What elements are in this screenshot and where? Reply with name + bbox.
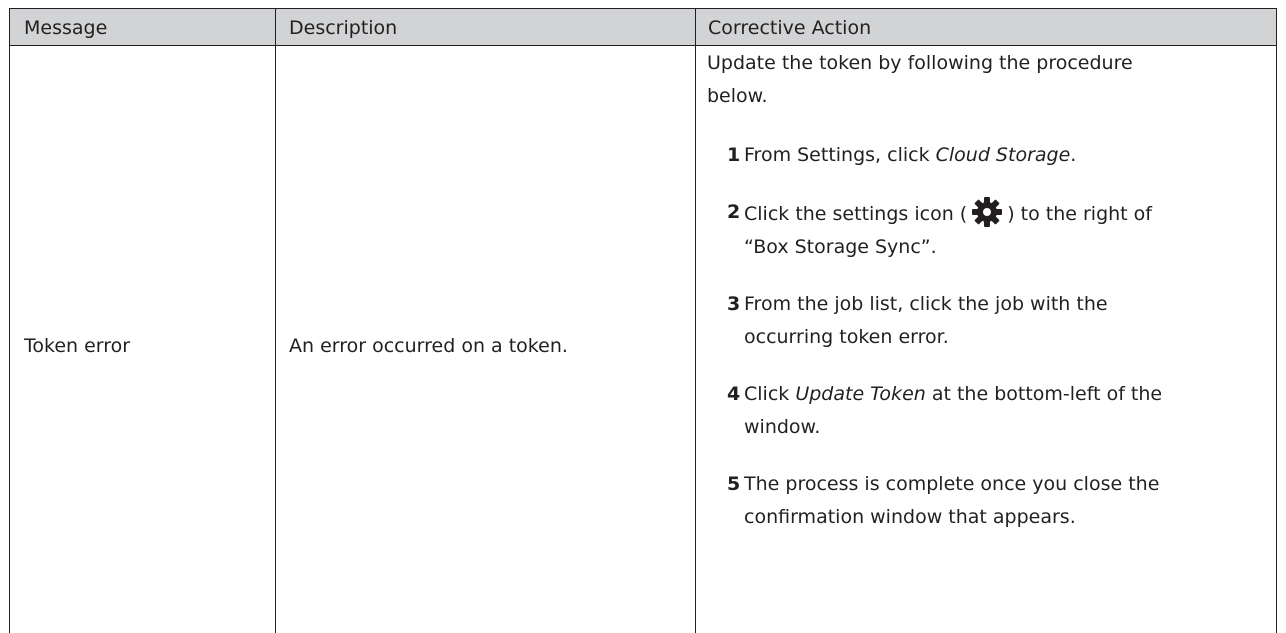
step-text-line2: occurring token error. (744, 326, 949, 348)
column-divider (275, 9, 276, 633)
corrective-action-cell: Update the token by following the proced… (707, 47, 1247, 534)
column-divider (695, 9, 696, 633)
step-text: Click (744, 383, 796, 405)
action-intro-line1: Update the token by following the proced… (707, 52, 1133, 74)
step-text: at the bottom-left of the (925, 383, 1163, 405)
table-header-row (10, 9, 1276, 46)
step-number: 3 (727, 293, 741, 315)
step-text-line2: “Box Storage Sync”. (744, 236, 937, 258)
step-emphasis: Cloud Storage (935, 144, 1071, 166)
step-text: Click the settings icon ( (744, 203, 968, 225)
header-description: Description (289, 17, 398, 39)
action-intro-line2: below. (707, 85, 768, 107)
step-text: From Settings, click (744, 144, 936, 166)
step-number: 5 (727, 473, 741, 495)
step-number: 2 (727, 201, 741, 223)
step-text: ) to the right of (1007, 203, 1152, 225)
step-text: . (1070, 144, 1077, 166)
step-3: 3 From the job list, click the job with … (707, 288, 1247, 354)
step-text-line2: window. (744, 416, 821, 438)
header-message: Message (24, 17, 108, 39)
message-cell: Token error (24, 335, 131, 357)
step-1: 1 From Settings, click Cloud Storage. (707, 139, 1247, 172)
step-text: From the job list, click the job with th… (744, 293, 1108, 315)
step-number: 4 (727, 383, 741, 405)
step-number: 1 (727, 144, 741, 166)
header-corrective-action: Corrective Action (708, 17, 872, 39)
step-text-line2: confirmation window that appears. (744, 506, 1076, 528)
step-text: The process is complete once you close t… (744, 473, 1160, 495)
action-intro: Update the token by following the proced… (707, 47, 1247, 113)
description-cell: An error occurred on a token. (289, 335, 568, 357)
gear-icon (972, 197, 1003, 227)
step-5: 5 The process is complete once you close… (707, 468, 1247, 534)
step-2: 2 Click the settings icon ( ) to the rig… (707, 196, 1247, 264)
step-emphasis: Update Token (795, 383, 926, 405)
step-4: 4 Click Update Token at the bottom-left … (707, 378, 1247, 444)
